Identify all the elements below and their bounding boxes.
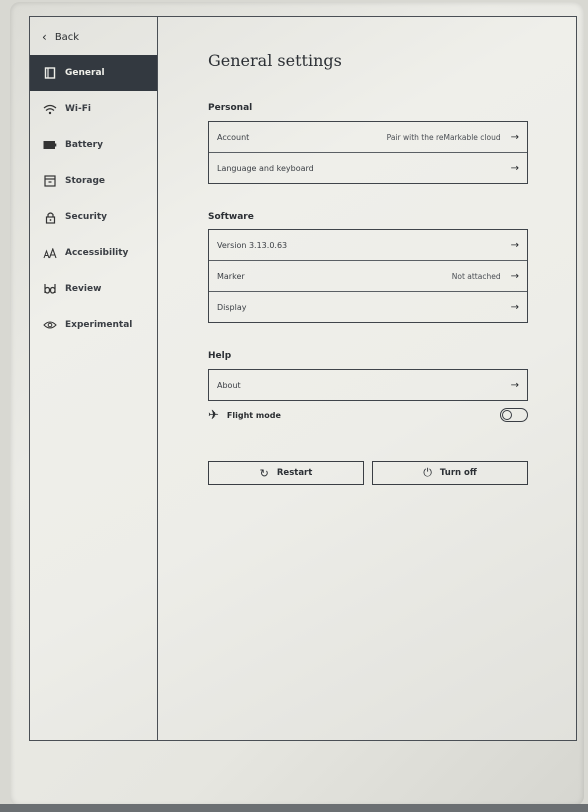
- back-label: Back: [54, 31, 80, 43]
- row-label: Version 3.13.0.63: [217, 240, 288, 250]
- chevron-left-icon: ‹: [42, 30, 47, 44]
- lock-icon: [43, 211, 57, 224]
- account-row[interactable]: Account Pair with the reMarkable cloud →: [209, 122, 527, 153]
- flight-mode-row: ✈ Flight mode: [208, 407, 528, 423]
- wifi-icon: [43, 103, 57, 115]
- device-bottom-edge: [0, 804, 588, 812]
- row-value: Not attached: [451, 271, 501, 281]
- restart-label: Restart: [276, 468, 313, 478]
- row-value: Pair with the reMarkable cloud: [386, 132, 501, 142]
- sidebar-item-experimental[interactable]: Experimental: [30, 307, 157, 343]
- review-icon: [43, 283, 57, 295]
- sidebar-item-storage[interactable]: Storage: [30, 163, 157, 199]
- personal-group: Account Pair with the reMarkable cloud →…: [208, 121, 528, 184]
- display-row[interactable]: Display →: [209, 292, 527, 322]
- arrow-right-icon: →: [510, 379, 519, 391]
- settings-screen: ‹ Back General Wi-Fi Battery Storage Sec…: [29, 16, 577, 741]
- sidebar-item-wifi[interactable]: Wi-Fi: [30, 91, 157, 127]
- language-keyboard-row[interactable]: Language and keyboard →: [209, 153, 527, 183]
- version-row[interactable]: Version 3.13.0.63 →: [209, 230, 527, 261]
- section-label-help: Help: [208, 351, 232, 361]
- software-group: Version 3.13.0.63 → Marker Not attached …: [208, 229, 528, 323]
- sidebar-item-battery[interactable]: Battery: [30, 127, 157, 163]
- sidebar-item-label: Accessibility: [65, 248, 129, 258]
- sidebar-item-label: Wi-Fi: [65, 104, 91, 114]
- restart-button[interactable]: ↻ Restart: [208, 461, 364, 485]
- settings-content: General settings Personal Account Pair w…: [158, 17, 576, 740]
- general-icon: [43, 67, 57, 79]
- arrow-right-icon: →: [510, 270, 519, 282]
- arrow-right-icon: →: [510, 162, 519, 174]
- row-label: Account: [217, 132, 250, 142]
- sidebar-item-review[interactable]: Review: [30, 271, 157, 307]
- row-label: Language and keyboard: [217, 163, 314, 173]
- help-group: About →: [208, 369, 528, 401]
- sidebar-item-label: General: [65, 68, 105, 78]
- sidebar-item-label: Security: [65, 212, 108, 222]
- marker-row[interactable]: Marker Not attached →: [209, 261, 527, 292]
- sidebar-item-security[interactable]: Security: [30, 199, 157, 235]
- accessibility-icon: [43, 247, 57, 259]
- about-row[interactable]: About →: [209, 370, 527, 400]
- power-icon: ⏻: [423, 466, 432, 479]
- eye-icon: [43, 319, 57, 331]
- row-label: Display: [217, 302, 247, 312]
- arrow-right-icon: →: [510, 301, 519, 313]
- row-label: Marker: [217, 271, 245, 281]
- section-label-software: Software: [208, 212, 254, 222]
- airplane-icon: ✈: [208, 407, 219, 423]
- row-label: About: [217, 380, 241, 390]
- restart-icon: ↻: [259, 466, 269, 480]
- sidebar-item-label: Battery: [65, 140, 103, 150]
- turn-off-label: Turn off: [439, 468, 477, 478]
- turn-off-button[interactable]: ⏻ Turn off: [372, 461, 528, 485]
- back-button[interactable]: ‹ Back: [42, 27, 79, 47]
- flight-mode-toggle[interactable]: [500, 408, 528, 422]
- flight-mode-label: Flight mode: [226, 410, 281, 420]
- sidebar-item-label: Experimental: [65, 320, 133, 330]
- arrow-right-icon: →: [510, 239, 519, 251]
- section-label-personal: Personal: [208, 103, 253, 113]
- page-title: General settings: [208, 51, 342, 70]
- battery-icon: [43, 139, 57, 151]
- arrow-right-icon: →: [510, 131, 519, 143]
- sidebar-item-general[interactable]: General: [30, 55, 157, 91]
- tablet-device: ‹ Back General Wi-Fi Battery Storage Sec…: [10, 2, 584, 806]
- settings-sidebar: ‹ Back General Wi-Fi Battery Storage Sec…: [30, 17, 158, 740]
- sidebar-item-label: Storage: [65, 176, 106, 186]
- storage-icon: [43, 175, 57, 187]
- sidebar-item-label: Review: [65, 284, 102, 294]
- toggle-knob: [502, 410, 512, 420]
- sidebar-item-accessibility[interactable]: Accessibility: [30, 235, 157, 271]
